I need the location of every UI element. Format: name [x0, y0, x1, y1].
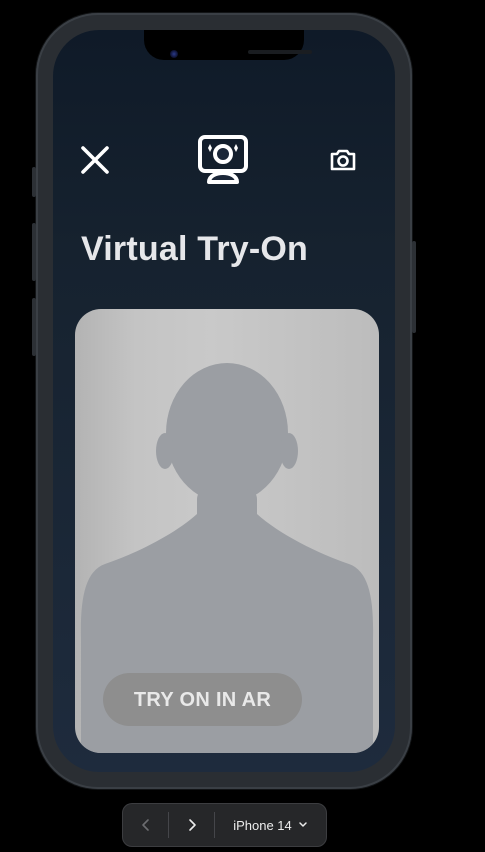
try-on-preview: TRY ON IN AR: [75, 309, 379, 753]
phone-volume-up: [32, 223, 36, 281]
app-screen: Virtual Try-On TRY ON IN AR: [53, 30, 395, 772]
face-scan-icon: [198, 135, 248, 184]
camera-button[interactable]: [323, 140, 363, 180]
camera-icon: [330, 149, 356, 171]
phone-silent-switch: [32, 167, 36, 197]
phone-power-button: [412, 241, 416, 333]
close-icon: [81, 146, 109, 174]
face-scan-button[interactable]: [195, 132, 251, 188]
phone-frame: Virtual Try-On TRY ON IN AR: [32, 13, 416, 789]
close-button[interactable]: [75, 140, 115, 180]
earpiece-speaker: [248, 50, 312, 54]
device-toolbar: iPhone 14: [122, 803, 327, 847]
forward-button[interactable]: [169, 803, 214, 847]
try-on-ar-button[interactable]: TRY ON IN AR: [103, 673, 302, 726]
top-toolbar: [53, 135, 395, 184]
chevron-down-icon: [299, 822, 307, 827]
device-name: iPhone 14: [233, 817, 292, 833]
phone-volume-down: [32, 298, 36, 356]
page-title: Virtual Try-On: [81, 230, 309, 268]
chevron-right-icon: [188, 819, 196, 831]
back-button[interactable]: [123, 803, 168, 847]
device-selector[interactable]: iPhone 14: [215, 818, 326, 833]
notch: [144, 30, 304, 60]
front-camera: [170, 50, 178, 58]
chevron-left-icon: [141, 819, 149, 831]
